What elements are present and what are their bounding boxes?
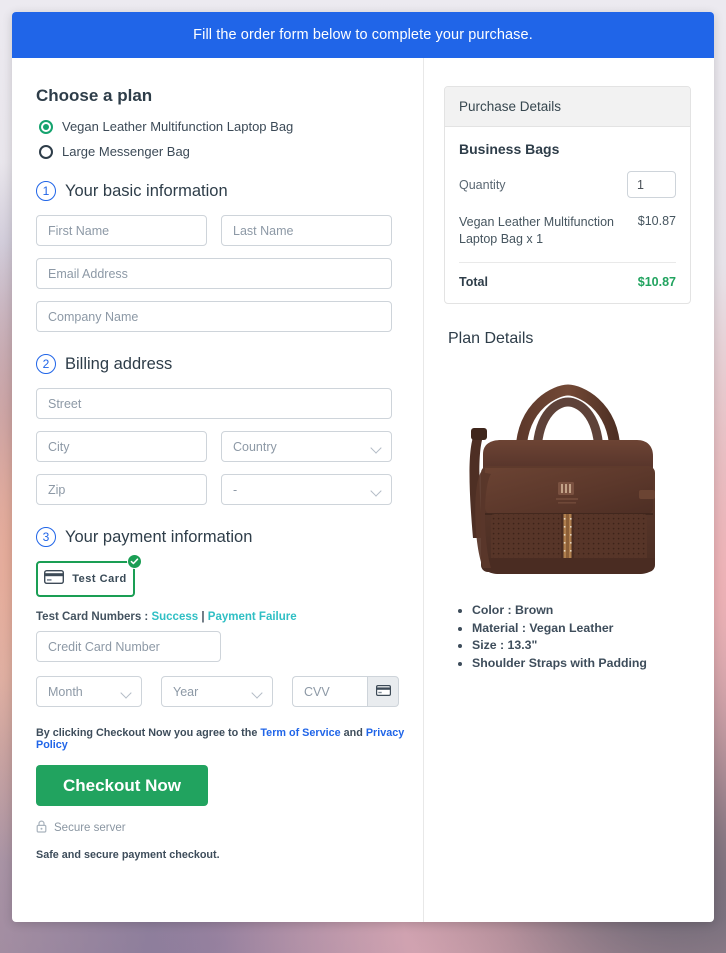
- test-card-method-wrapper: Test Card: [36, 554, 142, 597]
- terms-prefix: By clicking Checkout Now you agree to th…: [36, 727, 258, 739]
- plan-option-label: Large Messenger Bag: [62, 144, 190, 159]
- zip-state-row: Zip -: [36, 474, 423, 505]
- credit-card-number-input[interactable]: Credit Card Number: [36, 631, 221, 662]
- step-number-badge: 1: [36, 181, 56, 201]
- credit-card-icon: [44, 569, 65, 589]
- step-title: Your basic information: [65, 181, 228, 200]
- radio-unselected-icon[interactable]: [39, 144, 53, 159]
- safe-checkout-note: Safe and secure payment checkout.: [36, 849, 220, 861]
- country-select[interactable]: Country: [221, 431, 392, 462]
- lock-icon: [36, 820, 47, 836]
- step-payment-information-header: 3 Your payment information: [36, 527, 423, 547]
- total-label: Total: [459, 274, 488, 289]
- page-banner: Fill the order form below to complete yo…: [12, 12, 714, 58]
- company-name-input[interactable]: Company Name: [36, 301, 392, 332]
- product-image: [444, 362, 691, 592]
- zip-input[interactable]: Zip: [36, 474, 207, 505]
- city-country-row: City Country: [36, 431, 423, 462]
- expiry-month-select[interactable]: Month: [36, 676, 142, 707]
- purchase-details-body: Business Bags Quantity 1 Vegan Leather M…: [445, 127, 690, 303]
- test-card-numbers-label: Test Card Numbers :: [36, 611, 149, 623]
- total-value: $10.87: [637, 274, 676, 289]
- cvv-input-group: CVV: [292, 676, 399, 707]
- spec-item: Shoulder Straps with Padding: [472, 655, 691, 673]
- quantity-label: Quantity: [459, 177, 506, 192]
- total-row: Total $10.87: [459, 263, 676, 289]
- plan-option-vegan-leather[interactable]: Vegan Leather Multifunction Laptop Bag: [36, 119, 423, 134]
- email-field-row: Email Address: [36, 258, 423, 289]
- secure-server-note: Secure server: [36, 820, 423, 836]
- test-card-label: Test Card: [72, 573, 127, 585]
- term-of-service-link[interactable]: Term of Service: [260, 727, 340, 739]
- step-title: Your payment information: [65, 527, 253, 546]
- checkout-page-card: Fill the order form below to complete yo…: [12, 12, 714, 922]
- link-separator: |: [201, 611, 205, 623]
- cvv-input[interactable]: CVV: [292, 676, 367, 707]
- content-columns: Choose a plan Vegan Leather Multifunctio…: [12, 58, 714, 922]
- last-name-input[interactable]: Last Name: [221, 215, 392, 246]
- test-card-method-button[interactable]: Test Card: [36, 561, 135, 597]
- terms-conjunction: and: [343, 727, 363, 739]
- step-number-badge: 3: [36, 527, 56, 547]
- quantity-row: Quantity 1: [459, 171, 676, 198]
- banner-text: Fill the order form below to complete yo…: [193, 27, 533, 43]
- expiry-year-select[interactable]: Year: [161, 676, 273, 707]
- purchase-details-panel: Purchase Details Business Bags Quantity …: [444, 86, 691, 304]
- product-group-title: Business Bags: [459, 141, 560, 157]
- street-input[interactable]: Street: [36, 388, 392, 419]
- line-item-name: Vegan Leather Multifunction Laptop Bag x…: [459, 215, 614, 246]
- credit-card-icon: [375, 683, 391, 701]
- step-title: Billing address: [65, 354, 173, 373]
- terms-agreement-text: By clicking Checkout Now you agree to th…: [36, 727, 423, 751]
- line-item-row: Vegan Leather Multifunction Laptop Bag x…: [459, 214, 676, 263]
- plan-details-title: Plan Details: [448, 329, 534, 347]
- street-field-row: Street: [36, 388, 423, 419]
- step-basic-information-header: 1 Your basic information: [36, 181, 423, 201]
- test-card-numbers-line: Test Card Numbers : Success | Payment Fa…: [36, 611, 423, 623]
- city-input[interactable]: City: [36, 431, 207, 462]
- check-circle-icon: [127, 554, 142, 569]
- company-field-row: Company Name: [36, 301, 423, 332]
- expiry-cvv-row: Month Year CVV: [36, 676, 423, 707]
- plan-option-large-messenger[interactable]: Large Messenger Bag: [36, 144, 423, 159]
- name-field-row: First Name Last Name: [36, 215, 423, 246]
- spec-item: Size : 13.3": [472, 637, 691, 655]
- summary-column: Purchase Details Business Bags Quantity …: [424, 58, 713, 922]
- spec-item: Color : Brown: [472, 602, 691, 620]
- step-billing-address-header: 2 Billing address: [36, 354, 423, 374]
- spec-item: Material : Vegan Leather: [472, 620, 691, 638]
- success-test-card-link[interactable]: Success: [151, 611, 198, 623]
- state-select[interactable]: -: [221, 474, 392, 505]
- payment-failure-test-card-link[interactable]: Payment Failure: [208, 611, 297, 623]
- first-name-input[interactable]: First Name: [36, 215, 207, 246]
- purchase-details-header: Purchase Details: [445, 87, 690, 127]
- step-number-badge: 2: [36, 354, 56, 374]
- cvv-card-icon-button[interactable]: [367, 676, 399, 707]
- quantity-input[interactable]: 1: [627, 171, 676, 198]
- plan-specs-list: Color : Brown Material : Vegan Leather S…: [472, 602, 691, 673]
- secure-server-label: Secure server: [54, 822, 126, 834]
- choose-plan-heading: Choose a plan: [36, 86, 153, 105]
- order-form-column: Choose a plan Vegan Leather Multifunctio…: [12, 58, 424, 922]
- plan-option-label: Vegan Leather Multifunction Laptop Bag: [62, 119, 294, 134]
- email-input[interactable]: Email Address: [36, 258, 392, 289]
- line-item-price: $10.87: [637, 214, 676, 228]
- radio-selected-icon[interactable]: [39, 119, 53, 134]
- checkout-now-button[interactable]: Checkout Now: [36, 765, 208, 806]
